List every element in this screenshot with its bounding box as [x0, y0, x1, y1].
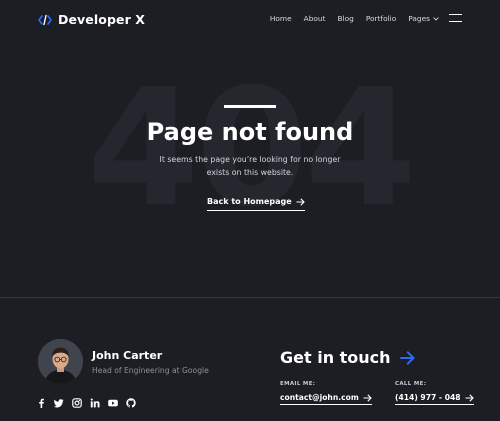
page-description: It seems the page you’re looking for no …	[159, 155, 341, 177]
nav-item-about[interactable]: About	[304, 14, 326, 23]
nav-item-pages-label: Pages	[408, 14, 430, 23]
arrow-right-icon	[399, 350, 415, 365]
get-in-touch-heading: Get in touch	[280, 348, 415, 367]
person-role: Head of Engineering at Google	[92, 366, 209, 375]
youtube-icon[interactable]	[108, 398, 118, 408]
page-title: Page not found	[146, 118, 354, 146]
nav-item-blog[interactable]: Blog	[338, 14, 354, 23]
get-in-touch-title: Get in touch	[280, 348, 391, 367]
linkedin-icon[interactable]	[90, 398, 100, 408]
instagram-icon[interactable]	[72, 398, 82, 408]
back-to-homepage-link[interactable]: Back to Homepage	[207, 195, 305, 211]
arrow-right-icon	[465, 393, 474, 402]
title-accent-bar	[224, 105, 276, 108]
person-name: John Carter	[92, 349, 163, 362]
chevron-down-icon	[433, 16, 439, 21]
phone-link[interactable]: (414) 977 - 048	[395, 393, 474, 405]
facebook-icon[interactable]	[36, 398, 46, 408]
hamburger-icon[interactable]	[449, 14, 462, 24]
twitter-icon[interactable]	[54, 398, 64, 408]
github-icon[interactable]	[126, 398, 136, 408]
phone-number: (414) 977 - 048	[395, 393, 461, 402]
not-found-hero: 404 Page not found It seems the page you…	[0, 40, 500, 297]
nav-item-pages[interactable]: Pages	[408, 14, 439, 23]
brand-logo[interactable]: Developer X	[38, 12, 145, 27]
back-to-homepage-label: Back to Homepage	[207, 197, 292, 206]
top-navigation: Developer X Home About Blog Portfolio Pa…	[0, 0, 500, 40]
avatar	[38, 339, 83, 384]
nav-item-home[interactable]: Home	[270, 14, 292, 23]
email-address: contact@john.com	[280, 393, 359, 402]
social-links	[36, 398, 136, 408]
code-brackets-icon	[38, 14, 52, 25]
arrow-right-icon	[363, 393, 372, 402]
nav-item-portfolio[interactable]: Portfolio	[366, 14, 396, 23]
email-label: EMAIL ME:	[280, 381, 316, 387]
email-link[interactable]: contact@john.com	[280, 393, 372, 405]
phone-label: CALL ME:	[395, 381, 427, 387]
brand-name: Developer X	[58, 12, 146, 27]
nav-menu: Home About Blog Portfolio Pages	[270, 14, 439, 23]
arrow-right-icon	[296, 197, 305, 206]
section-divider	[0, 297, 500, 298]
